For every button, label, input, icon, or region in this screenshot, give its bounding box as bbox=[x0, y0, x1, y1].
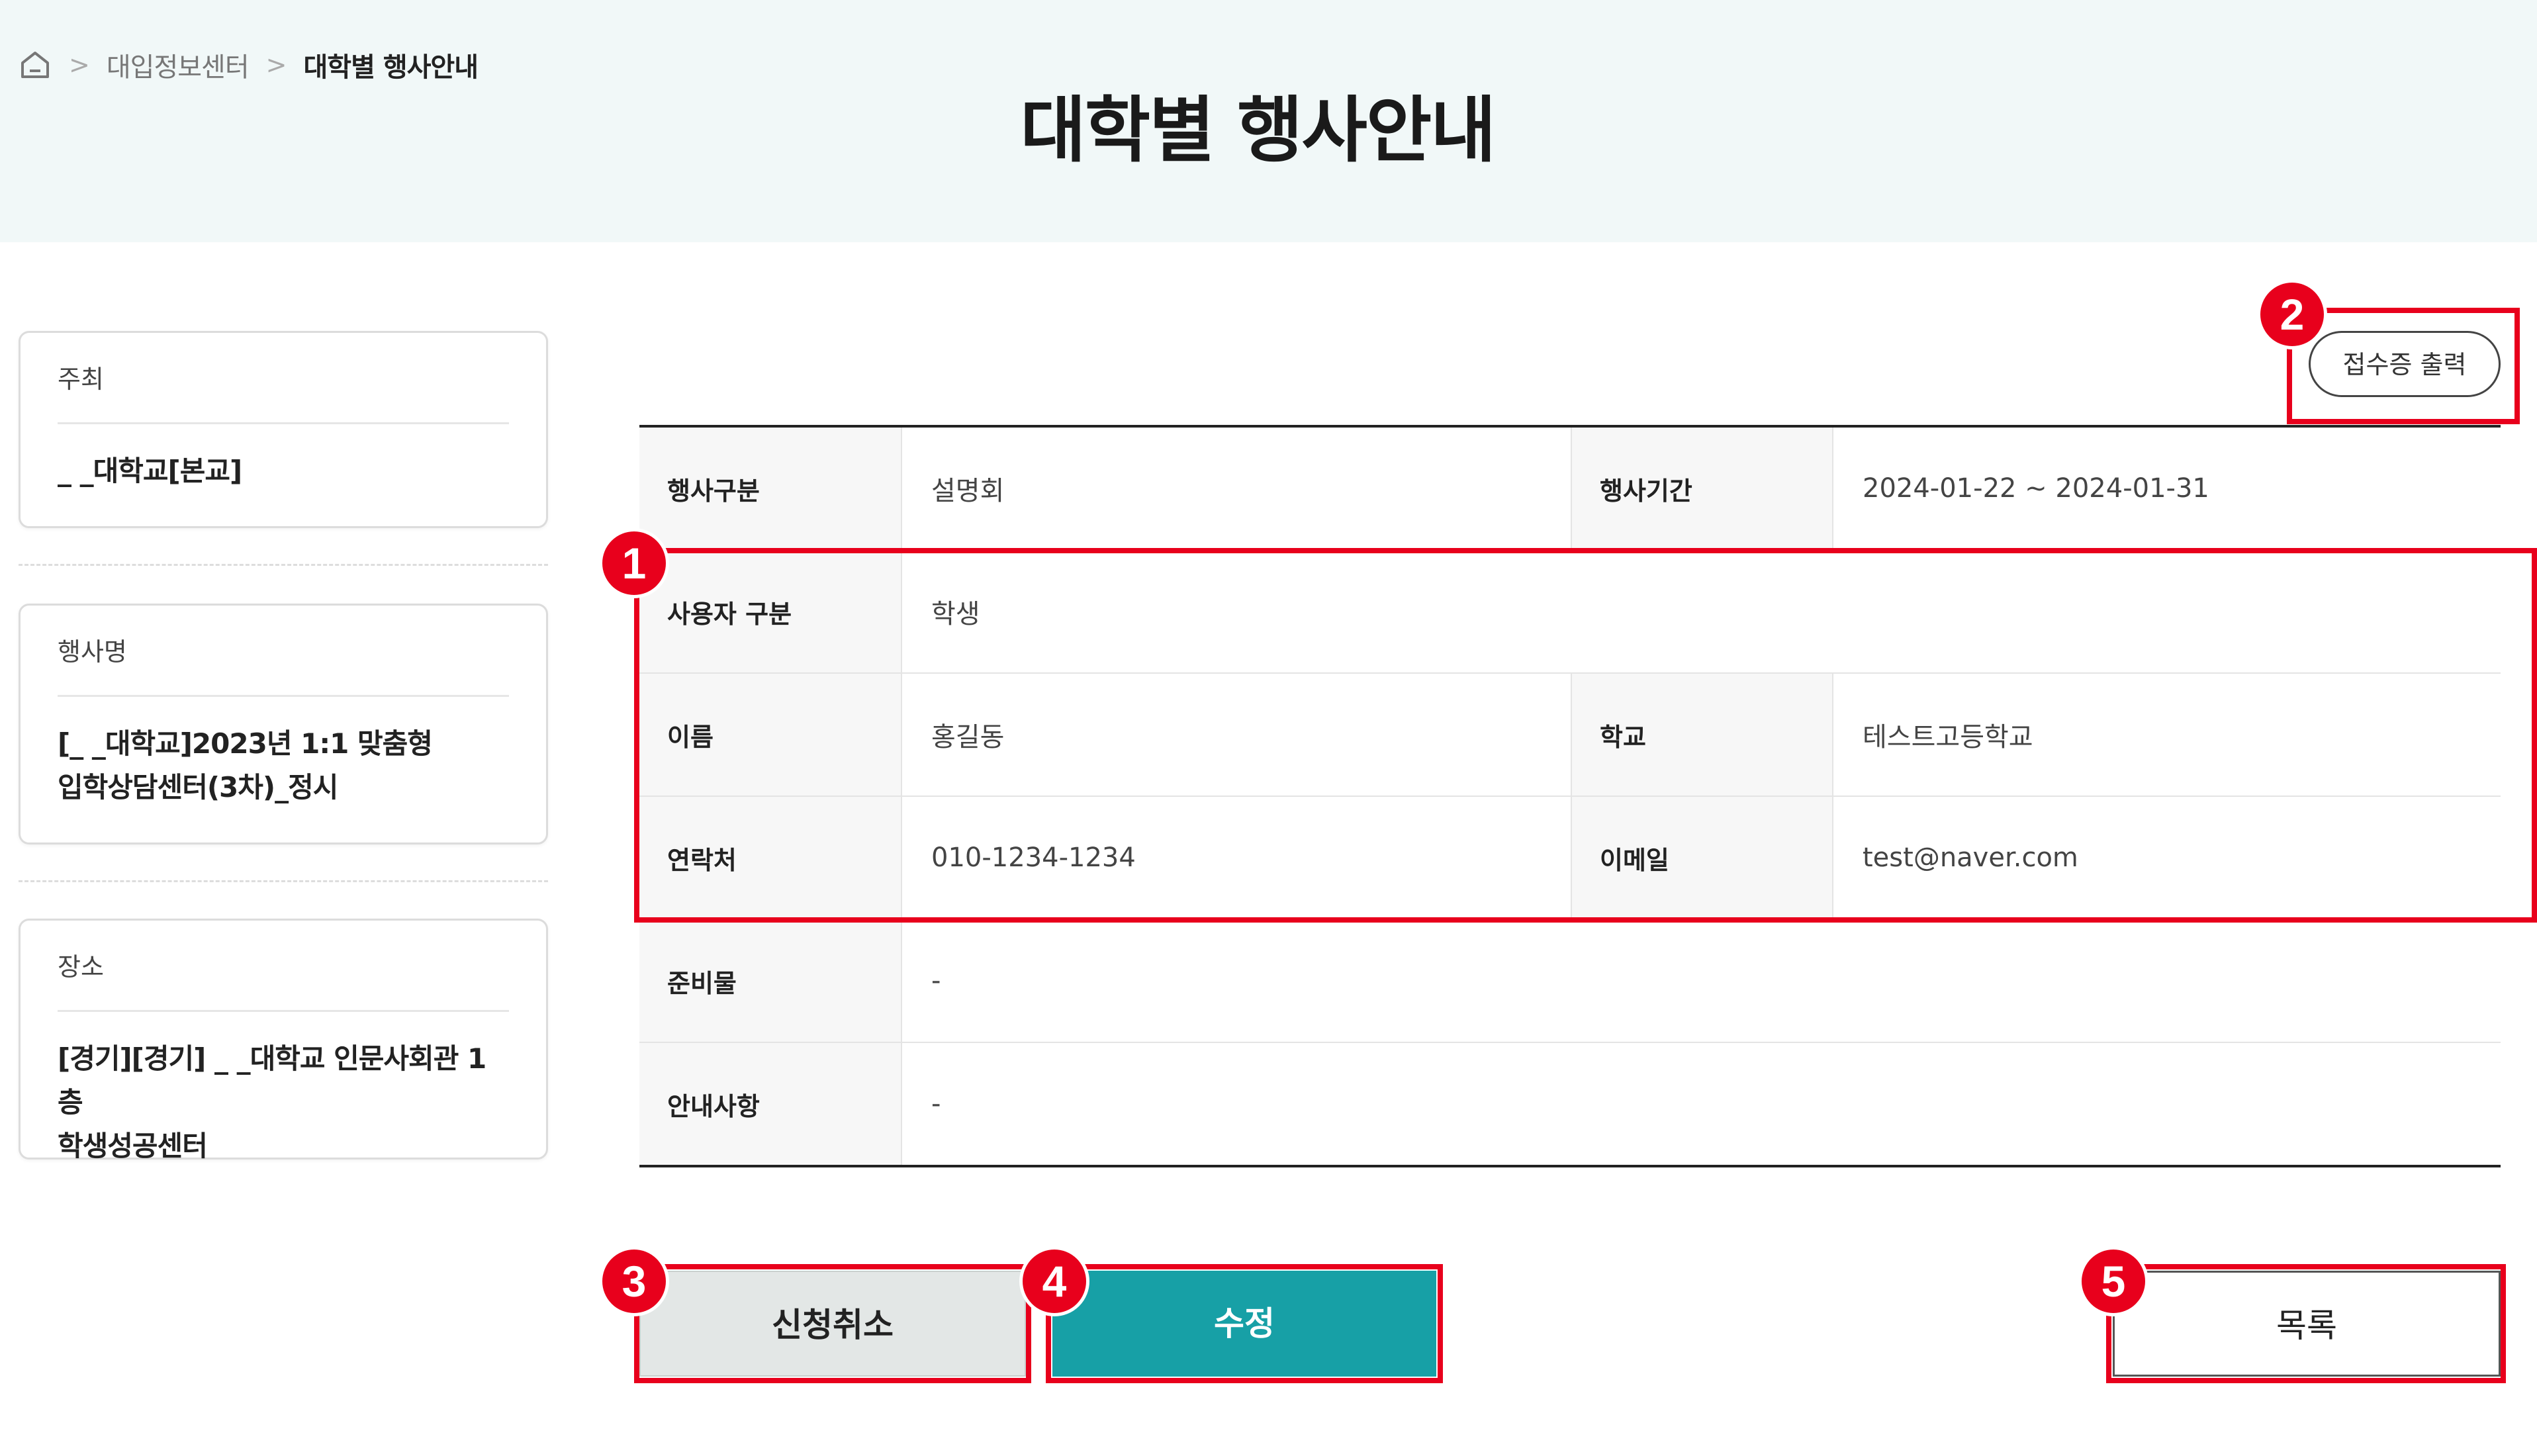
divider bbox=[19, 564, 548, 566]
host-label: 주최 bbox=[58, 333, 509, 424]
event-name-line1: [_ _대학교]2023년 1:1 맞춤형 bbox=[58, 727, 433, 760]
page-header: > 대입정보센터 > 대학별 행사안내 대학별 행사안내 bbox=[0, 0, 2537, 242]
annotation-badge-2: 2 bbox=[2257, 279, 2327, 349]
host-card: 주최 _ _대학교[본교] bbox=[19, 331, 548, 528]
annotation-box-5 bbox=[2106, 1264, 2506, 1383]
event-name-line2: 입학상담센터(3차)_정시 bbox=[58, 771, 338, 803]
divider bbox=[19, 880, 548, 882]
event-period-value: 2024-01-22 ~ 2024-01-31 bbox=[1863, 473, 2209, 504]
annotation-badge-3: 3 bbox=[599, 1246, 669, 1316]
annotation-badge-5: 5 bbox=[2078, 1246, 2148, 1316]
table-row: 안내사항 - bbox=[639, 1043, 2501, 1165]
notice-value: - bbox=[931, 1089, 941, 1119]
place-value: [경기][경기] _ _대학교 인문사회관 1층 학생성공센터 bbox=[58, 1012, 509, 1168]
event-period-label: 행사기간 bbox=[1571, 428, 1833, 549]
annotation-badge-4: 4 bbox=[1019, 1246, 1089, 1316]
host-value: _ _대학교[본교] bbox=[58, 455, 242, 487]
event-type-value: 설명회 bbox=[931, 476, 1005, 506]
place-line2: 학생성공센터 bbox=[58, 1130, 208, 1162]
event-name-value: [_ _대학교]2023년 1:1 맞춤형 입학상담센터(3차)_정시 bbox=[58, 697, 509, 809]
table-row: 준비물 - bbox=[639, 920, 2501, 1043]
annotation-box-4 bbox=[1046, 1264, 1443, 1383]
event-type-label: 행사구분 bbox=[639, 428, 902, 549]
event-name-label: 행사명 bbox=[58, 606, 509, 697]
annotation-box-1 bbox=[634, 548, 2537, 923]
notice-label: 안내사항 bbox=[639, 1043, 902, 1165]
prep-value: - bbox=[931, 966, 941, 996]
event-name-card: 행사명 [_ _대학교]2023년 1:1 맞춤형 입학상담센터(3차)_정시 bbox=[19, 604, 548, 844]
place-line1: [경기][경기] _ _대학교 인문사회관 1층 bbox=[58, 1042, 486, 1118]
annotation-badge-1: 1 bbox=[599, 528, 669, 598]
place-card: 장소 [경기][경기] _ _대학교 인문사회관 1층 학생성공센터 bbox=[19, 919, 548, 1162]
prep-label: 준비물 bbox=[639, 920, 902, 1042]
place-label: 장소 bbox=[58, 921, 509, 1012]
annotation-box-3 bbox=[634, 1264, 1031, 1383]
table-row: 행사구분 설명회 행사기간 2024-01-22 ~ 2024-01-31 bbox=[639, 428, 2501, 551]
page-title: 대학별 행사안내 bbox=[1020, 89, 1496, 172]
